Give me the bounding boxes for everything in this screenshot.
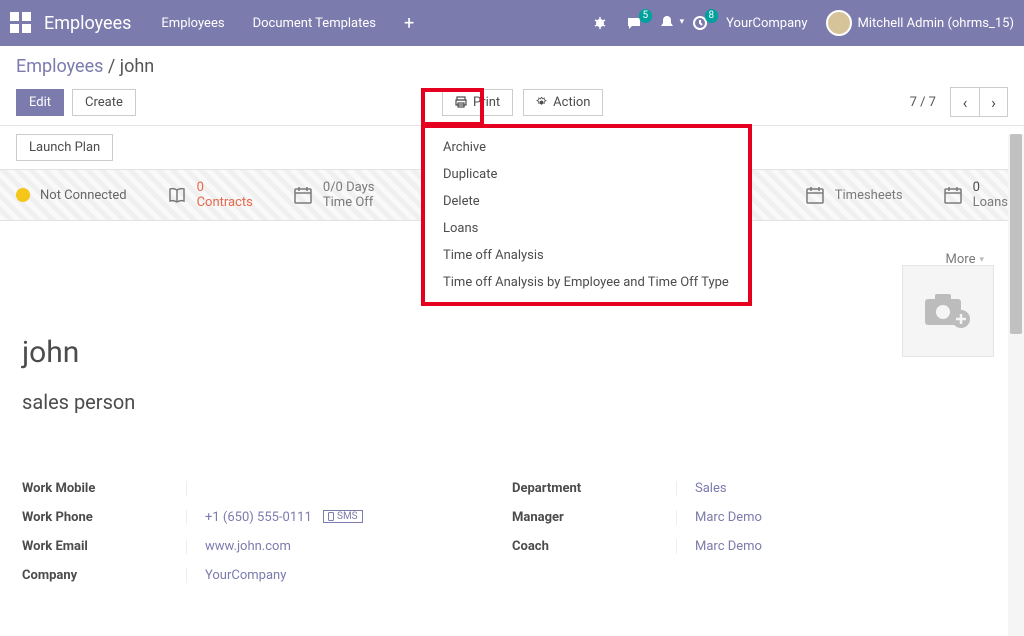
launch-plan-button[interactable]: Launch Plan [16,134,113,161]
bell-icon[interactable]: ▾ [660,15,674,31]
breadcrumb-sep: / [108,56,115,77]
apps-icon[interactable] [10,12,32,34]
action-time-off-analysis-by[interactable]: Time off Analysis by Employee and Time O… [425,269,748,296]
chat-icon[interactable]: 5 [626,15,642,31]
value-coach[interactable]: Marc Demo [677,539,762,554]
chat-badge: 5 [639,9,653,23]
user-name: Mitchell Admin (ohrms_15) [858,16,1015,31]
camera-icon [923,291,973,331]
calendar-icon [943,185,963,205]
label-company: Company [22,568,187,583]
print-icon [455,96,467,108]
scrollbar-thumb[interactable] [1010,134,1022,334]
action-archive[interactable]: Archive [425,134,748,161]
action-time-off-analysis[interactable]: Time off Analysis [425,242,748,269]
label-coach: Coach [512,539,677,554]
stat-contracts[interactable]: 0 Contracts [167,180,253,210]
avatar-icon [826,10,852,36]
action-delete[interactable]: Delete [425,188,748,215]
employee-photo[interactable] [902,265,994,357]
employee-title: sales person [22,390,1002,414]
stat-loans-num: 0 [973,180,1008,195]
pager-next[interactable]: › [979,88,1007,116]
stat-timeoff-num: 0/0 Days [323,180,375,195]
gear-icon [536,97,547,108]
action-label: Action [553,95,590,110]
top-navbar: Employees Employees Document Templates +… [0,0,1024,46]
action-button[interactable]: Action [523,89,603,116]
action-loans[interactable]: Loans [425,215,748,242]
nav-document-templates[interactable]: Document Templates [253,16,376,31]
nav-employees[interactable]: Employees [161,16,224,31]
value-company[interactable]: YourCompany [187,568,286,583]
employee-name: john [22,335,1002,370]
label-work-mobile: Work Mobile [22,481,187,496]
stat-timesheets-label: Timesheets [835,188,903,203]
stat-timesheets[interactable]: Timesheets [805,185,903,205]
stat-loans[interactable]: 0 Loans [943,180,1008,210]
breadcrumb: Employees / john [16,56,1008,77]
sms-button[interactable]: SMS [323,510,363,523]
label-department: Department [512,481,677,496]
label-work-phone: Work Phone [22,510,187,525]
pager-prev[interactable]: ‹ [951,88,979,116]
book-icon [167,185,187,205]
action-dropdown: Archive Duplicate Delete Loans Time off … [421,124,752,306]
create-button[interactable]: Create [72,89,136,116]
bug-icon[interactable] [592,15,608,31]
pager-label: 7 / 7 [910,95,936,110]
stat-connection[interactable]: Not Connected [16,188,127,203]
control-panel: Employees / john Edit Create Print Actio… [0,46,1024,126]
value-work-email[interactable]: www.john.com [187,539,291,554]
scrollbar[interactable] [1008,134,1024,636]
presence-icon [16,188,30,202]
sms-label: SMS [337,511,358,522]
activity-icon[interactable]: 8 [692,15,708,31]
stat-contracts-label: Contracts [197,195,253,210]
value-work-phone[interactable]: +1 (650) 555-0111 SMS [187,510,363,525]
mobile-icon [328,512,334,521]
calendar-icon [805,185,825,205]
breadcrumb-leaf: john [120,56,154,77]
company-switcher[interactable]: YourCompany [726,16,807,31]
stat-timeoff[interactable]: 0/0 Days Time Off [293,180,375,210]
value-manager[interactable]: Marc Demo [677,510,762,525]
field-grid: Work Mobile Work Phone +1 (650) 555-0111… [22,474,1002,590]
stat-contracts-num: 0 [197,180,253,195]
breadcrumb-root[interactable]: Employees [16,56,103,77]
app-title: Employees [44,13,131,34]
nav-plus-icon[interactable]: + [404,13,414,34]
stat-connection-label: Not Connected [40,188,127,203]
value-work-mobile[interactable] [187,481,205,496]
print-button[interactable]: Print [442,89,513,116]
stat-timeoff-label: Time Off [323,195,375,210]
label-manager: Manager [512,510,677,525]
calendar-icon [293,185,313,205]
stat-loans-label: Loans [973,195,1008,210]
value-department[interactable]: Sales [677,481,727,496]
activity-badge: 8 [705,9,719,23]
work-phone-text: +1 (650) 555-0111 [205,510,312,525]
user-menu[interactable]: Mitchell Admin (ohrms_15) [826,10,1015,36]
action-duplicate[interactable]: Duplicate [425,161,748,188]
edit-button[interactable]: Edit [16,89,64,116]
pager-buttons: ‹ › [950,87,1008,117]
label-work-email: Work Email [22,539,187,554]
print-label: Print [473,95,500,110]
